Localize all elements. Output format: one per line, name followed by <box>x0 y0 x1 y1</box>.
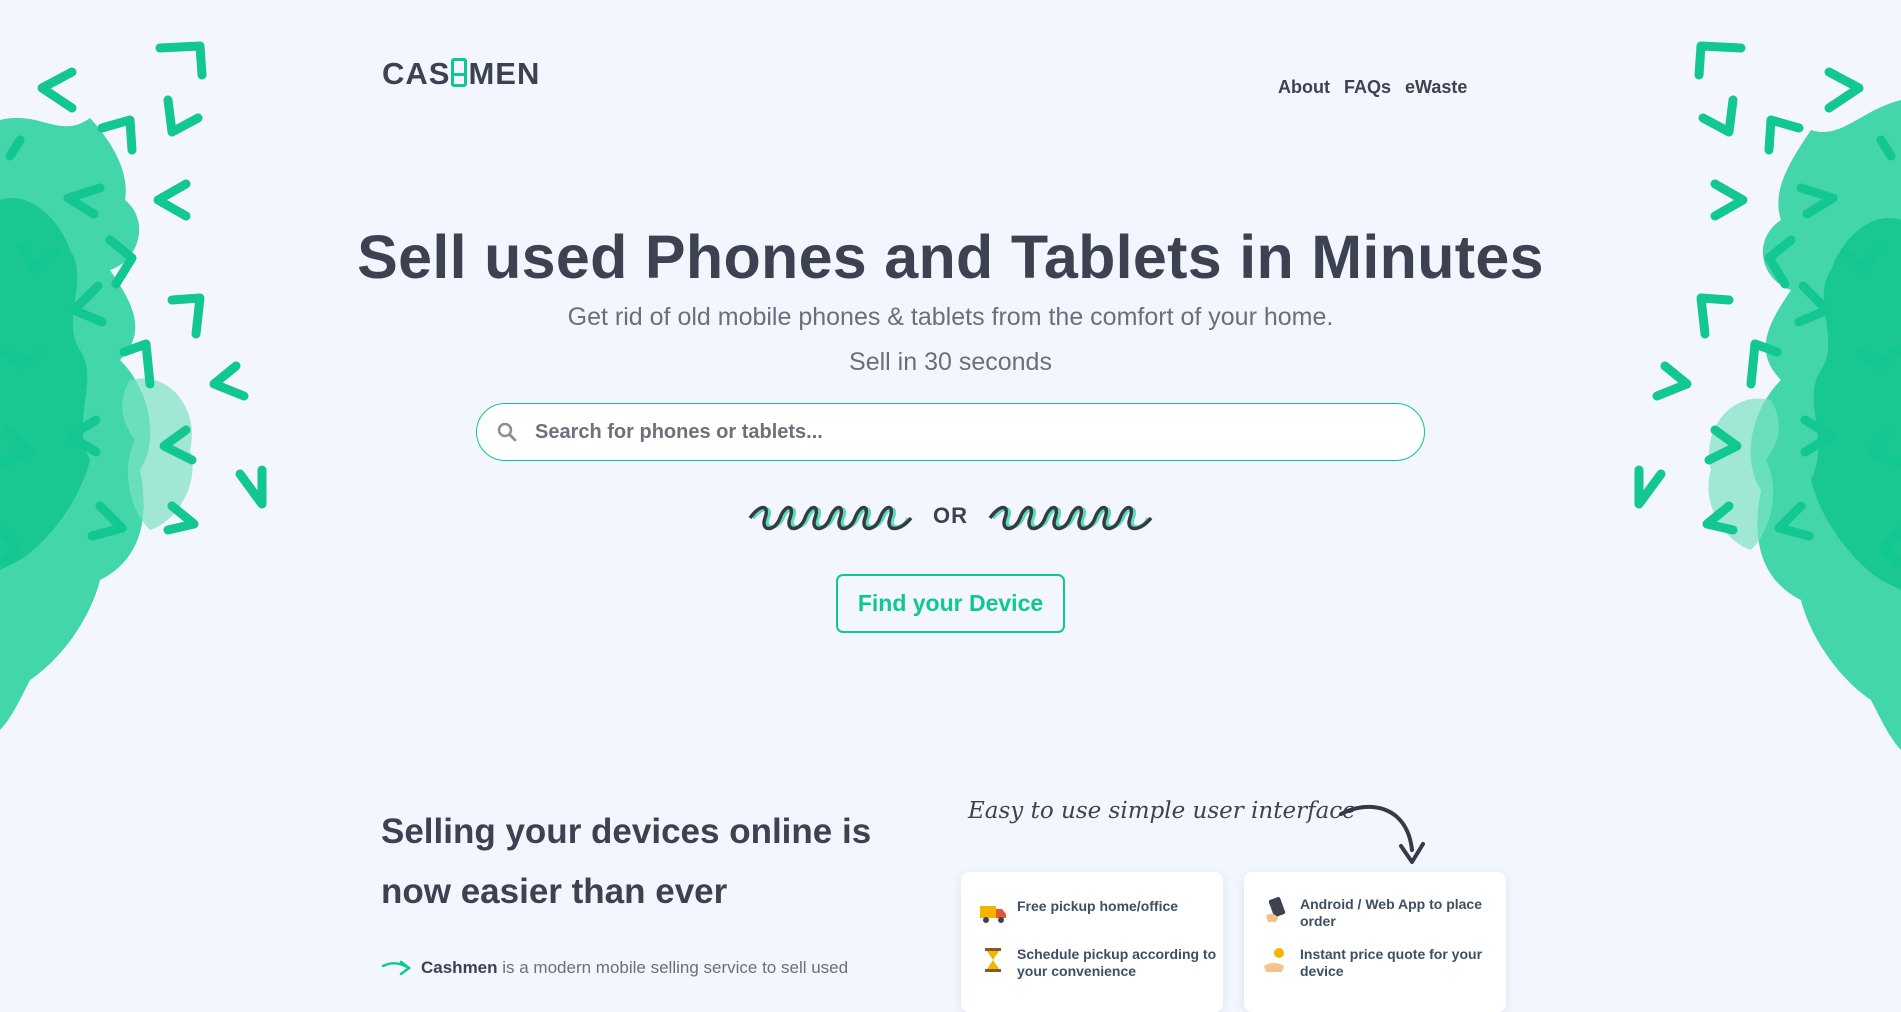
hero-subtitle: Get rid of old mobile phones & tablets f… <box>567 303 1334 331</box>
feature-text: Android / Web App to place order <box>1300 896 1482 929</box>
hourglass-icon <box>985 948 1001 972</box>
or-label: OR <box>933 503 968 528</box>
feature-card-pickup: Free pickup home/office Schedule pickup … <box>961 872 1223 1012</box>
coin-hand-icon <box>1264 948 1284 972</box>
handwritten-note: Easy to use simple user interface <box>968 798 1356 824</box>
section-paragraph-text: Cashmen is a modern mobile selling servi… <box>421 958 848 978</box>
squiggle-decoration-left <box>748 505 913 531</box>
arrow-bullet-icon <box>381 960 412 976</box>
logo-text-right: MEN <box>468 56 541 91</box>
find-device-button[interactable]: Find your Device <box>836 574 1065 633</box>
device-search-bar[interactable] <box>476 403 1425 461</box>
section-title: Selling your devices online is now easie… <box>381 812 872 911</box>
feature-item: Android / Web App to place order <box>1262 896 1506 930</box>
or-divider: OR <box>748 496 1153 536</box>
feature-text: Instant price quote for your device <box>1300 946 1483 979</box>
nav-faqs-link[interactable]: FAQs <box>1344 77 1391 98</box>
feature-item: Instant price quote for your device <box>1262 946 1506 980</box>
phone-hand-icon <box>1266 897 1286 922</box>
search-icon <box>495 420 519 444</box>
decorative-splash-left <box>0 0 300 760</box>
paragraph-body: is a modern mobile selling service to se… <box>497 958 849 977</box>
feature-item: Free pickup home/office <box>979 898 1178 926</box>
nav-about-link[interactable]: About <box>1278 77 1330 98</box>
truck-icon <box>980 906 1006 923</box>
nav-ewaste-link[interactable]: eWaste <box>1405 77 1467 98</box>
brand-name-bold: Cashmen <box>421 958 498 977</box>
logo-text-left: CAS <box>382 56 451 91</box>
phone-logo-icon <box>451 57 468 87</box>
curved-arrow-icon <box>1339 805 1425 864</box>
hero-tagline: Sell in 30 seconds <box>849 348 1052 376</box>
cashmen-logo[interactable]: CAS MEN <box>382 56 540 92</box>
section-paragraph: Cashmen is a modern mobile selling servi… <box>381 958 901 978</box>
squiggle-decoration-right <box>988 505 1153 531</box>
feature-text: Free pickup home/office <box>1017 898 1179 914</box>
feature-item: Schedule pickup according to your conven… <box>979 946 1223 980</box>
hero-title: Sell used Phones and Tablets in Minutes <box>357 223 1544 291</box>
decorative-splash-right <box>1601 0 1901 760</box>
feature-text: Schedule pickup according to your conven… <box>1017 946 1217 979</box>
top-nav: About FAQs eWaste <box>1278 77 1467 98</box>
search-input[interactable] <box>533 419 1397 445</box>
feature-card-app: Android / Web App to place order Instant… <box>1244 872 1506 1012</box>
